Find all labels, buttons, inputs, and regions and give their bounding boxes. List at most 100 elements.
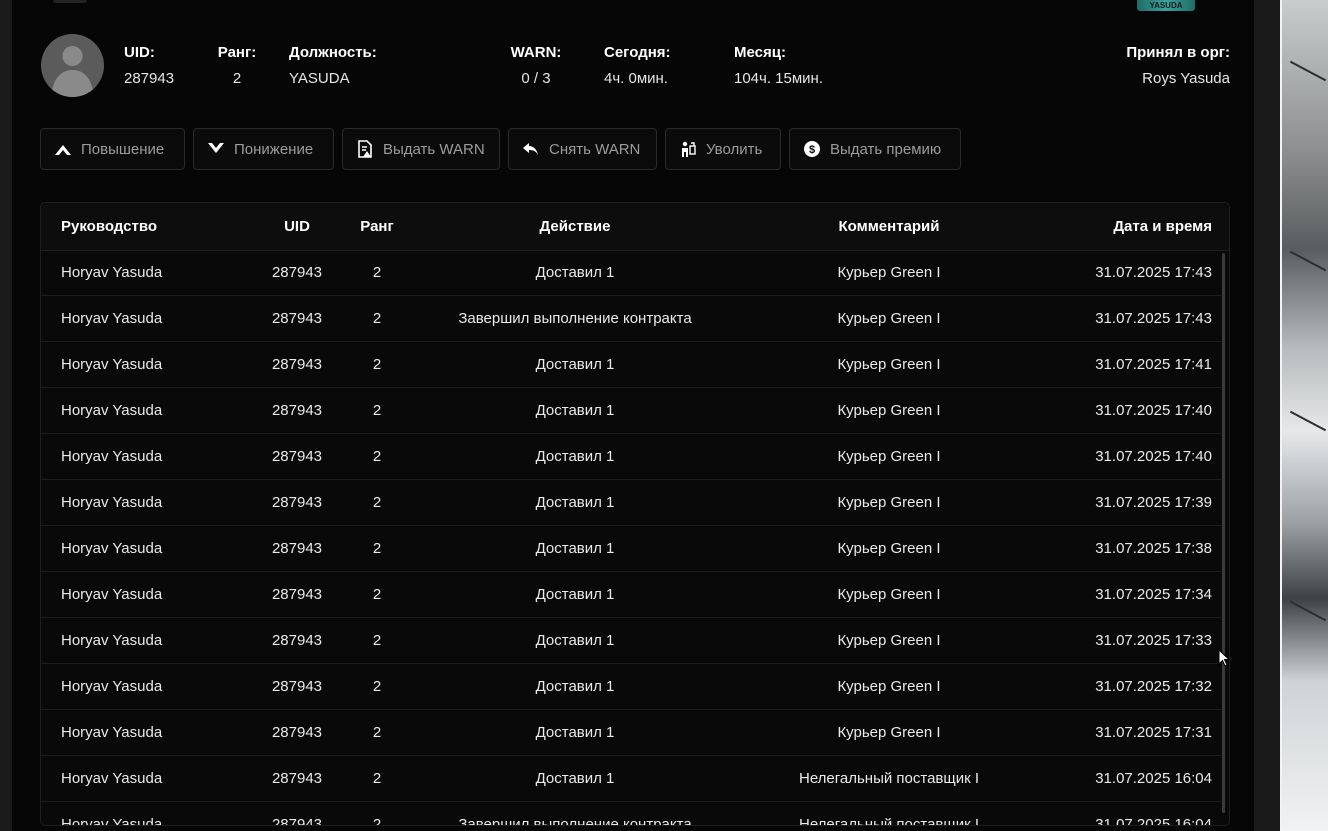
issue-warn-button[interactable]: Выдать WARN: [342, 128, 500, 170]
cell-datetime: 31.07.2025 17:40: [1095, 448, 1212, 465]
user-silhouette-icon: [51, 46, 94, 97]
column-header-action: Действие: [539, 218, 611, 235]
promote-button[interactable]: Повышение: [40, 128, 185, 170]
cell-comment: Курьер Green I: [837, 678, 941, 695]
cell-uid: 287943: [271, 724, 323, 741]
today-stat: Сегодня: 4ч. 0мин.: [604, 44, 671, 88]
table-row[interactable]: Horyav Yasuda 287943 2 Доставил 1 Курьер Gre…: [41, 664, 1225, 710]
warn-value: 0 / 3: [521, 70, 551, 87]
cell-datetime: 31.07.2025 17:41: [1095, 356, 1212, 373]
top-tab-handle[interactable]: [53, 0, 87, 3]
cell-rank: 2: [372, 816, 382, 826]
uid-label: UID:: [124, 44, 155, 61]
cell-action: Доставил 1: [535, 402, 615, 419]
table-row[interactable]: Horyav Yasuda 287943 2 Доставил 1 Курьер Gre…: [41, 388, 1225, 434]
month-stat: Месяц: 104ч. 15мин.: [734, 44, 823, 88]
table-row[interactable]: Horyav Yasuda 287943 2 Завершил выполнение …: [41, 296, 1225, 342]
organization-logo: YASUDA: [1137, 0, 1195, 11]
cell-comment: Курьер Green I: [837, 356, 941, 373]
today-value: 4ч. 0мин.: [604, 70, 668, 87]
column-header-manager: Руководство: [61, 218, 158, 235]
column-header-rank: Ранг: [360, 218, 394, 235]
cell-datetime: 31.07.2025 17:43: [1095, 310, 1212, 327]
warn-label: WARN:: [510, 44, 562, 61]
rank-label: Ранг:: [217, 44, 257, 61]
table-scrollbar[interactable]: [1222, 253, 1225, 813]
position-label: Должность:: [289, 44, 377, 61]
accepted-by-value: Roys Yasuda: [1142, 70, 1230, 87]
warn-document-icon: [355, 139, 375, 159]
warn-stat: WARN: 0 / 3: [506, 44, 566, 88]
cell-uid: 287943: [271, 816, 323, 826]
game-background: [1280, 0, 1328, 831]
cell-manager: Horyav Yasuda: [61, 494, 163, 511]
table-row[interactable]: Horyav Yasuda 287943 2 Доставил 1 Курьер Gre…: [41, 618, 1225, 664]
cell-manager: Horyav Yasuda: [61, 356, 163, 373]
cell-comment: Курьер Green I: [837, 264, 941, 281]
cell-action: Доставил 1: [535, 724, 615, 741]
cell-manager: Horyav Yasuda: [61, 310, 163, 327]
cell-uid: 287943: [271, 632, 323, 649]
table-header: Руководство UID Ранг Действие Комментари…: [41, 203, 1229, 251]
cell-action: Доставил 1: [535, 632, 615, 649]
cell-rank: 2: [372, 540, 382, 557]
avatar: [41, 34, 104, 97]
cell-datetime: 31.07.2025 17:31: [1095, 724, 1212, 741]
month-label: Месяц:: [734, 44, 786, 61]
cell-comment: Курьер Green I: [837, 310, 941, 327]
chevron-down-icon: [206, 139, 226, 159]
cell-action: Доставил 1: [535, 356, 615, 373]
cell-comment: Курьер Green I: [837, 402, 941, 419]
left-edge: [0, 0, 12, 831]
cell-uid: 287943: [271, 310, 323, 327]
promote-label: Повышение: [81, 140, 165, 158]
cell-rank: 2: [372, 264, 382, 281]
cell-manager: Horyav Yasuda: [61, 724, 163, 741]
cell-rank: 2: [372, 494, 382, 511]
cell-rank: 2: [372, 770, 382, 787]
issue-bonus-button[interactable]: $ Выдать премию: [789, 128, 961, 170]
panel-gutter: [1254, 0, 1280, 831]
cell-action: Доставил 1: [535, 540, 615, 557]
table-row[interactable]: Horyav Yasuda 287943 2 Доставил 1 Курьер Gre…: [41, 526, 1225, 572]
cell-action: Завершил выполнение контракта: [458, 816, 692, 826]
svg-text:$: $: [809, 144, 815, 156]
table-row[interactable]: Horyav Yasuda 287943 2 Доставил 1 Курьер Gre…: [41, 572, 1225, 618]
rank-stat: Ранг: 2: [214, 44, 260, 88]
table-row[interactable]: Horyav Yasuda 287943 2 Доставил 1 Курьер Gre…: [41, 342, 1225, 388]
position-stat: Должность: YASUDA: [289, 44, 377, 88]
table-row[interactable]: Horyav Yasuda 287943 2 Доставил 1 Нелегальны…: [41, 756, 1225, 802]
table-row[interactable]: Horyav Yasuda 287943 2 Доставил 1 Курьер Gre…: [41, 434, 1225, 480]
chevron-up-icon: [53, 139, 73, 159]
cell-uid: 287943: [271, 586, 323, 603]
mouse-cursor-icon: [1218, 649, 1230, 667]
cell-manager: Horyav Yasuda: [61, 632, 163, 649]
table-row[interactable]: Horyav Yasuda 287943 2 Доставил 1 Курьер Gre…: [41, 710, 1225, 756]
cell-rank: 2: [372, 586, 382, 603]
cell-rank: 2: [372, 356, 382, 373]
table-row[interactable]: Horyav Yasuda 287943 2 Доставил 1 Курьер Gre…: [41, 480, 1225, 526]
cell-datetime: 31.07.2025 16:04: [1095, 770, 1212, 787]
table-row[interactable]: Horyav Yasuda 287943 2 Завершил выполнение …: [41, 802, 1225, 826]
cell-uid: 287943: [271, 356, 323, 373]
column-header-comment: Комментарий: [838, 218, 940, 235]
cell-datetime: 31.07.2025 17:38: [1095, 540, 1212, 557]
cell-uid: 287943: [271, 678, 323, 695]
cell-manager: Horyav Yasuda: [61, 586, 163, 603]
remove-warn-button[interactable]: Снять WARN: [508, 128, 657, 170]
month-value: 104ч. 15мин.: [734, 70, 824, 87]
cell-rank: 2: [372, 448, 382, 465]
demote-button[interactable]: Понижение: [193, 128, 334, 170]
cell-manager: Horyav Yasuda: [61, 770, 163, 787]
cell-uid: 287943: [271, 770, 323, 787]
fire-button[interactable]: Уволить: [665, 128, 781, 170]
table-row[interactable]: Horyav Yasuda 287943 2 Доставил 1 Курьер Gre…: [41, 250, 1225, 296]
column-header-datetime: Дата и время: [1113, 218, 1212, 235]
rank-value: 2: [232, 70, 242, 87]
cell-datetime: 31.07.2025 16:04: [1095, 816, 1212, 826]
cell-manager: Horyav Yasuda: [61, 678, 163, 695]
cell-uid: 287943: [271, 448, 323, 465]
cell-comment: Курьер Green I: [837, 448, 941, 465]
accepted-by-label: Принял в орг:: [1126, 44, 1230, 61]
fire-person-icon: [678, 139, 698, 159]
